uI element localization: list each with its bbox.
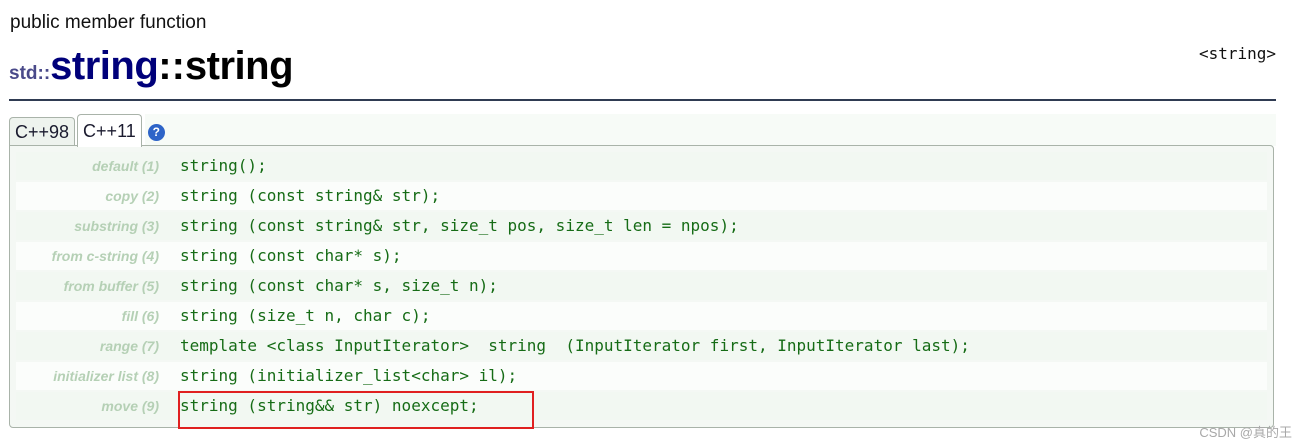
row-signature: string (size_t n, char c);: [180, 306, 431, 325]
highlight-box: [178, 391, 534, 429]
tab-cpp11[interactable]: C++11: [77, 114, 142, 147]
row-signature: string (const char* s);: [180, 246, 402, 265]
row-label: default (1): [92, 158, 159, 174]
page-title: std::string::string: [9, 44, 294, 89]
scope-separator: ::: [158, 44, 185, 88]
constructor-row-c-string: from c-string (4) string (const char* s)…: [16, 242, 1267, 270]
member-name: string: [184, 44, 294, 88]
tabline-background: [145, 114, 1276, 146]
watermark: CSDN @真的王: [1199, 425, 1292, 440]
tab-cpp98[interactable]: C++98: [9, 117, 76, 147]
constructor-row-buffer: from buffer (5) string (const char* s, s…: [16, 272, 1267, 300]
row-signature: template <class InputIterator> string (I…: [180, 336, 970, 355]
row-label: copy (2): [105, 188, 159, 204]
row-label: from buffer (5): [63, 278, 159, 294]
constructor-row-range: range (7) template <class InputIterator>…: [16, 332, 1267, 360]
namespace-link[interactable]: std::: [9, 63, 50, 84]
help-icon[interactable]: ?: [147, 124, 165, 141]
version-tabs: C++98 C++11 ?: [9, 114, 165, 147]
constructor-row-substring: substring (3) string (const string& str,…: [16, 212, 1267, 240]
row-label: move (9): [101, 398, 159, 414]
constructor-row-initializer-list: initializer list (8) string (initializer…: [16, 362, 1267, 390]
row-label: initializer list (8): [53, 368, 159, 384]
member-kind: public member function: [10, 12, 207, 33]
constructor-panel: default (1) string(); copy (2) string (c…: [9, 145, 1274, 429]
row-signature: string (const string& str, size_t pos, s…: [180, 216, 739, 235]
row-label: substring (3): [74, 218, 159, 234]
row-signature: string();: [180, 156, 267, 175]
row-signature: string (initializer_list<char> il);: [180, 366, 518, 385]
constructor-row-copy: copy (2) string (const string& str);: [16, 182, 1267, 210]
type-name-link[interactable]: string: [50, 44, 159, 88]
header-reference[interactable]: <string>: [1199, 44, 1276, 63]
constructor-row-default: default (1) string();: [16, 152, 1267, 180]
constructor-list: default (1) string(); copy (2) string (c…: [16, 152, 1267, 422]
row-label: range (7): [99, 338, 159, 354]
row-signature: string (const string& str);: [180, 186, 441, 205]
row-label: from c-string (4): [51, 248, 159, 264]
row-label: fill (6): [121, 308, 159, 324]
row-signature: string (const char* s, size_t n);: [180, 276, 498, 295]
constructor-row-fill: fill (6) string (size_t n, char c);: [16, 302, 1267, 330]
title-rule: [9, 99, 1276, 101]
